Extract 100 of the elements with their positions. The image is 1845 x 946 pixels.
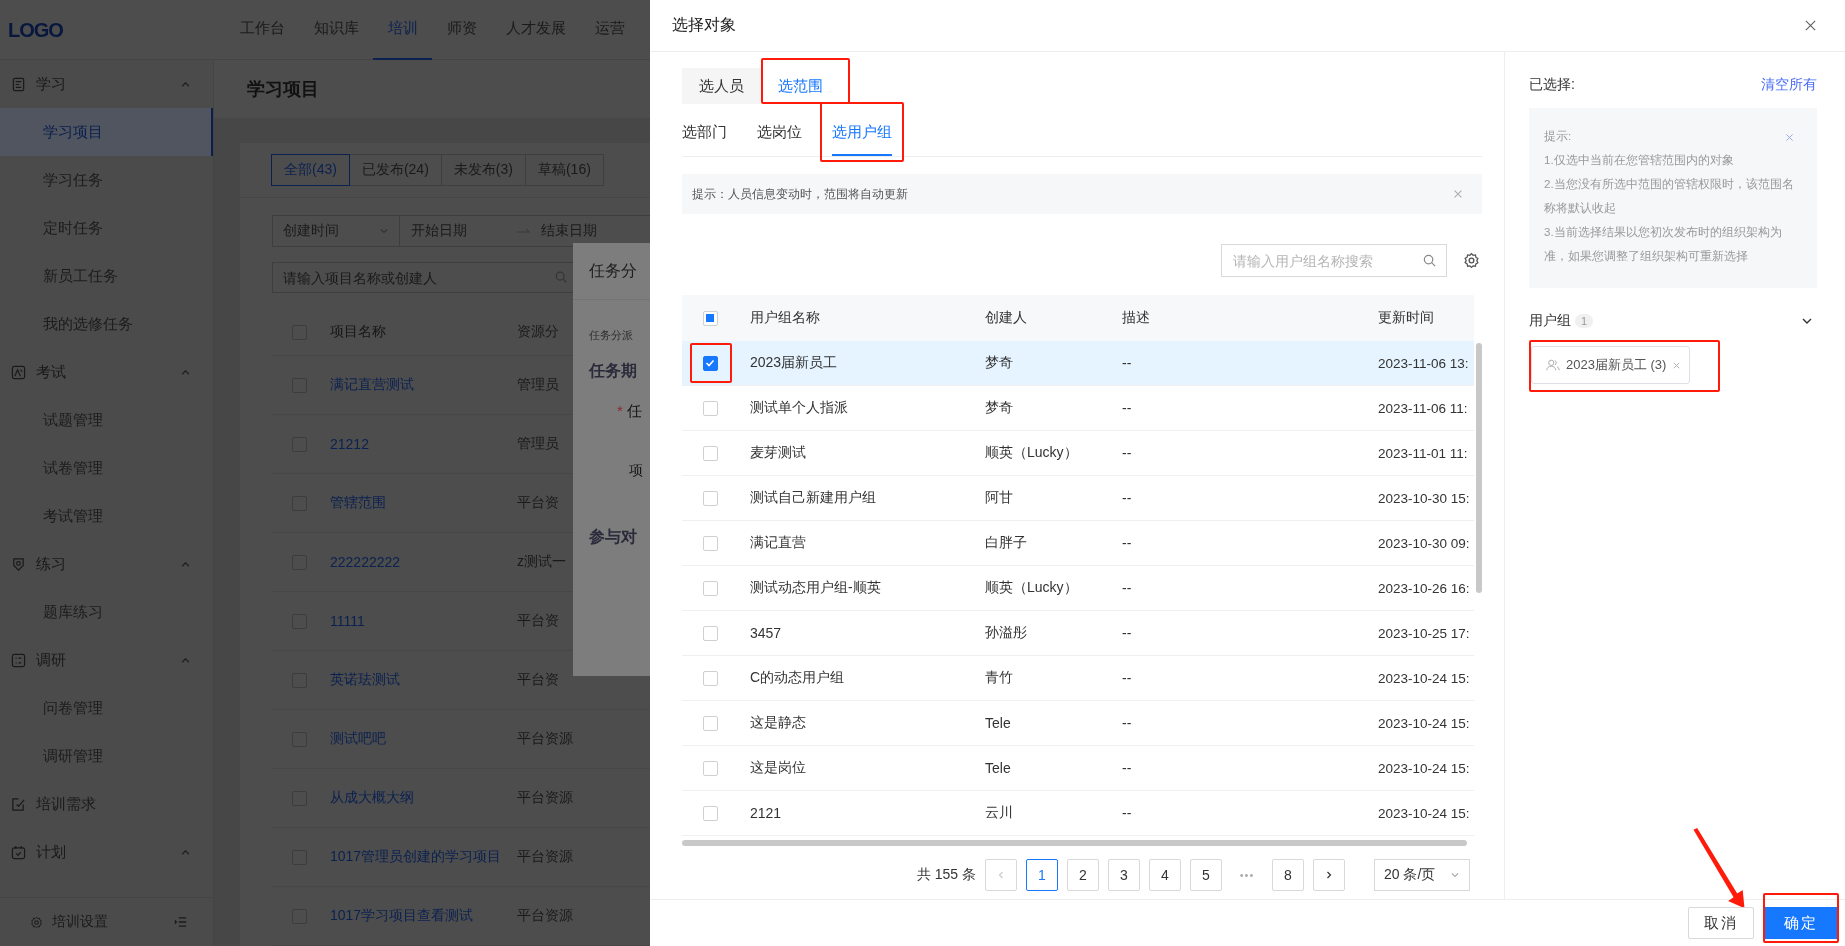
project-link[interactable]: 从成大概大纲 [330, 789, 517, 807]
page-button[interactable]: 4 [1149, 859, 1181, 891]
table-cell-text: 2121 [749, 805, 783, 821]
table-cell-text: -- [1121, 760, 1133, 776]
table-row[interactable]: 满记直营 白胖子 -- 2023-10-30 09: [682, 521, 1475, 566]
table-row[interactable]: 这是静态 Tele -- 2023-10-24 15: [682, 701, 1475, 746]
search-icon [554, 270, 568, 284]
tip-text: 2.当您没有所选中范围的管辖权限时，该范围名称将默认收起 [1544, 177, 1795, 216]
next-page-button[interactable] [1313, 859, 1345, 891]
table-cell-text: 2023-10-24 15: [1377, 715, 1471, 731]
group-search-field[interactable]: 请输入用户组名称搜索 [1221, 244, 1447, 277]
status-tab[interactable]: 全部(43) [271, 154, 350, 186]
table-cell-text: 顺英（Lucky） [984, 579, 1079, 597]
column-header: 描述 [1121, 309, 1151, 327]
project-link[interactable]: 222222222 [330, 554, 517, 570]
table-cell-text: C的动态用户组 [749, 669, 846, 687]
page-button[interactable]: 8 [1272, 859, 1304, 891]
tip-text: 提示: [1544, 129, 1572, 144]
table-row[interactable]: 3457 孙溢彤 -- 2023-10-25 17: [682, 611, 1475, 656]
cancel-button[interactable]: 取消 [1688, 907, 1754, 939]
table-row[interactable]: 2023届新员工 梦奇 -- 2023-11-06 13: [682, 341, 1475, 386]
table-row[interactable]: 测试单个人指派 梦奇 -- 2023-11-06 11: [682, 386, 1475, 431]
table-row[interactable]: 测试动态用户组-顺英 顺英（Lucky） -- 2023-10-26 16: [682, 566, 1475, 611]
table-cell-text: -- [1121, 355, 1133, 371]
collapse-menu-icon[interactable] [174, 916, 187, 928]
table-cell-text: Tele [984, 715, 1012, 731]
count-badge: 1 [1575, 314, 1594, 328]
page-button[interactable]: 3 [1108, 859, 1140, 891]
table-cell-text: 满记直营 [749, 534, 807, 552]
notice-text: 提示：人员信息变动时，范围将自动更新 [692, 185, 909, 203]
horizontal-scrollbar[interactable] [682, 840, 1467, 846]
table-cell-text: -- [1121, 625, 1133, 641]
table-cell-text: 梦奇 [984, 354, 1014, 372]
page-button[interactable]: 2 [1067, 859, 1099, 891]
table-cell-text: 2023-10-30 15: [1377, 490, 1471, 506]
table-row[interactable]: 2121 云川 -- 2023-10-24 15: [682, 791, 1475, 836]
table-cell-text: 顺英（Lucky） [984, 444, 1079, 462]
table-cell-text: 梦奇 [984, 399, 1014, 417]
table-cell-text: 2023-11-01 11: [1377, 445, 1469, 461]
page-title: 学习项目 [247, 78, 319, 101]
table-cell-text: 这是静态 [749, 714, 807, 732]
sidebar-item[interactable]: 学习项目 [0, 108, 213, 156]
table-cell-text: 测试自己新建用户组 [749, 489, 877, 507]
table-row[interactable]: 麦芽测试 顺英（Lucky） -- 2023-11-01 11: [682, 431, 1475, 476]
select-all-checkbox[interactable] [702, 310, 718, 326]
project-link[interactable]: 英诺珐测试 [330, 671, 517, 689]
table-cell-text: 孙溢彤 [984, 624, 1028, 642]
table-cell-text: 这是岗位 [749, 759, 807, 777]
close-icon[interactable] [1804, 19, 1817, 32]
table-cell-text: 阿甘 [984, 489, 1014, 507]
mode-tab[interactable]: 选人员 [682, 68, 761, 104]
table-cell-text: 2023-10-30 09: [1377, 535, 1471, 551]
group-label: 用户组 [1529, 312, 1571, 330]
field-label: 任 [626, 402, 642, 421]
page-ellipsis[interactable]: ••• [1231, 869, 1263, 881]
page-size-select[interactable]: 20 条/页 [1374, 859, 1470, 891]
remove-icon[interactable] [1672, 360, 1682, 370]
clear-all-link[interactable]: 清空所有 [1761, 76, 1817, 94]
column-header: 用户组名称 [749, 309, 821, 327]
table-cell-text: 测试单个人指派 [749, 399, 849, 417]
section-title: 任务期 [589, 361, 638, 381]
list-icon [11, 652, 26, 668]
table-cell-text: -- [1121, 670, 1133, 686]
table-cell-text: 2023-11-06 11: [1377, 400, 1469, 416]
field-label: 项 [628, 462, 644, 480]
column-header: 更新时间 [1377, 309, 1435, 327]
table-cell-text: 2023-10-26 16: [1377, 580, 1471, 596]
vertical-scrollbar[interactable] [1476, 343, 1482, 593]
table-row[interactable]: 这是岗位 Tele -- 2023-10-24 15: [682, 746, 1475, 791]
table-cell-text: -- [1121, 400, 1133, 416]
table-cell-text: 2023-10-24 15: [1377, 805, 1471, 821]
project-link[interactable]: 满记直营测试 [330, 376, 517, 394]
scope-tab[interactable]: 选部门 [682, 110, 727, 156]
calendar-icon [11, 844, 26, 860]
table-row[interactable]: 测试自己新建用户组 阿甘 -- 2023-10-30 15: [682, 476, 1475, 521]
project-link[interactable]: 管辖范围 [330, 494, 517, 512]
selected-tag[interactable]: 2023届新员工 (3) [1531, 346, 1691, 384]
table-cell-text: 测试动态用户组-顺英 [749, 579, 882, 597]
scope-tab[interactable]: 选岗位 [757, 110, 802, 156]
required-mark: * [617, 402, 623, 421]
project-link[interactable]: 测试吧吧 [330, 730, 517, 748]
project-link[interactable]: 11111 [330, 613, 517, 629]
tip-text: 3.当前选择结果以您初次发布时的组织架构为准，如果您调整了组织架构可重新选择 [1544, 225, 1783, 264]
tip-text: 1.仅选中当前在您管辖范围内的对象 [1544, 153, 1734, 168]
table-cell-text: 2023-11-06 13: [1377, 355, 1470, 371]
chevron-down-icon [1450, 870, 1460, 880]
project-link[interactable]: 21212 [330, 436, 517, 452]
table-cell-text: 麦芽测试 [749, 444, 807, 462]
table-cell-text: -- [1121, 580, 1133, 596]
table-cell-text: -- [1121, 445, 1133, 461]
scope-tab[interactable]: 选用户组 [832, 110, 892, 156]
drawer-title: 选择对象 [672, 15, 737, 35]
table-row[interactable]: C的动态用户组 青竹 -- 2023-10-24 15: [682, 656, 1475, 701]
badge-icon [11, 556, 26, 572]
page-button[interactable]: 5 [1190, 859, 1222, 891]
page-button[interactable]: 1 [1026, 859, 1058, 891]
row-checkbox[interactable] [702, 355, 718, 371]
settings-icon[interactable] [1463, 252, 1480, 269]
confirm-button[interactable]: 确定 [1763, 907, 1839, 939]
book-icon [11, 76, 26, 92]
